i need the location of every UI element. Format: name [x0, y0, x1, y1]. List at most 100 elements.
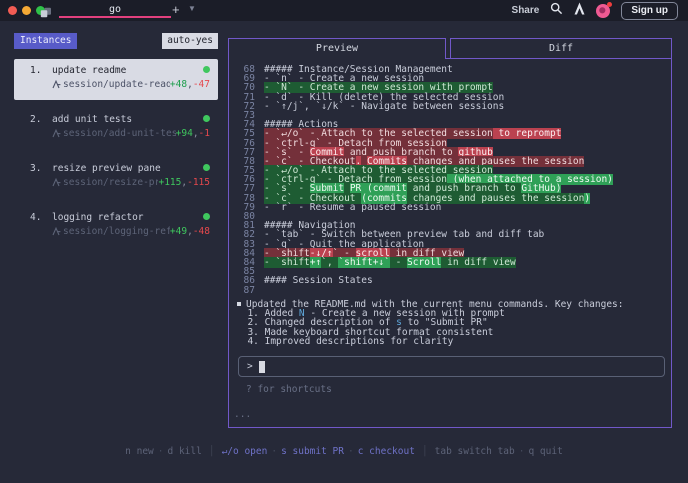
separator: │ — [422, 446, 428, 457]
diff-line: 87 — [238, 286, 669, 295]
avatar[interactable] — [596, 4, 610, 18]
cursor-pointer-icon[interactable] — [574, 2, 585, 20]
instance-item[interactable]: 3. resize preview pane session/resize-pr… — [14, 157, 218, 198]
added-lines: +49 — [170, 226, 187, 237]
instance-branch-row: session/resize-previe... +115,-115 — [30, 177, 210, 188]
minimize-button[interactable] — [22, 6, 31, 15]
instance-number: 1. — [30, 65, 52, 76]
separator: · — [519, 446, 525, 457]
text-segment: to reprompt — [493, 128, 562, 139]
instance-branch-row: session/update-readme +48,-47 — [30, 79, 210, 90]
removed-lines: -48 — [193, 226, 210, 237]
prompt-symbol: > — [247, 361, 253, 372]
instance-item[interactable]: 2. add unit tests session/add-unit-tests… — [14, 108, 218, 149]
notification-dot — [607, 2, 612, 7]
separator: · — [158, 446, 164, 457]
instance-title: update readme — [52, 65, 203, 76]
diff-line: 72- `↑/j`, `↓/k` - Navigate between sess… — [238, 102, 669, 111]
auto-yes-badge: auto-yes — [162, 33, 218, 49]
line-text: #### Session States — [264, 276, 373, 285]
added-lines: +48 — [170, 79, 187, 90]
bullet-icon — [237, 302, 241, 306]
search-icon[interactable] — [550, 2, 563, 20]
diff-stats: +94,-1 — [176, 128, 210, 139]
tab-diff-label: Diff — [549, 43, 573, 54]
text-segment: - `↑/j`, `↓/k` - Navigate between sessio… — [264, 101, 504, 112]
removed-lines: -115 — [187, 177, 210, 188]
removed-lines: -47 — [193, 79, 210, 90]
instance-title: add unit tests — [52, 114, 203, 125]
close-button[interactable] — [8, 6, 17, 15]
new-tab-button[interactable]: + — [172, 1, 180, 19]
text-segment: `shift+↓` — [338, 257, 389, 268]
instance-branch: session/resize-previe... — [63, 177, 158, 188]
added-lines: +94 — [176, 128, 193, 139]
text-segment: +↑ — [310, 257, 321, 268]
assistant-summary: Updated the README.md with the current m… — [236, 300, 668, 346]
text-segment: - — [390, 257, 407, 268]
window-layout-icon[interactable] — [40, 5, 52, 23]
line-number: 87 — [238, 286, 255, 295]
status-bar: n new·d kill│↵/o open·s submit PR·c chec… — [0, 446, 688, 457]
status-dot-icon — [203, 115, 210, 122]
tab-diff[interactable]: Diff — [450, 38, 672, 59]
summary-line: 4. Improved descriptions for clarity — [236, 337, 668, 346]
git-branch-icon — [52, 178, 61, 187]
shortcuts-hint: ? for shortcuts — [246, 384, 332, 395]
instance-title-row: 1. update readme — [30, 65, 210, 76]
separator: · — [348, 446, 354, 457]
instance-branch: session/add-unit-tests — [63, 128, 176, 139]
ellipsis-indicator: ... — [234, 409, 251, 420]
instances-title-badge: Instances — [14, 33, 77, 49]
instance-title-row: 4. logging refactor — [30, 212, 210, 223]
line-text: - `r` - Resume a paused session — [264, 203, 441, 212]
shortcut-hint: q quit — [528, 446, 562, 457]
status-dot-icon — [203, 213, 210, 220]
diff-stats: +48,-47 — [170, 79, 210, 90]
removed-lines: -1 — [199, 128, 210, 139]
instance-title: resize preview pane — [52, 163, 203, 174]
diff-content: 68##### Instance/Session Management69- `… — [238, 65, 669, 295]
signup-button[interactable]: Sign up — [621, 2, 678, 20]
shortcut-hint: c checkout — [358, 446, 415, 457]
shortcut-hint: d kill — [168, 446, 202, 457]
diff-line: 86#### Session States — [238, 276, 669, 285]
separator: · — [271, 446, 277, 457]
shortcut-hint: s submit PR — [281, 446, 344, 457]
separator: │ — [209, 446, 215, 457]
tab-preview-label: Preview — [316, 43, 358, 54]
diff-stats: +115,-115 — [158, 177, 210, 188]
text-segment: #### Session States — [264, 275, 373, 286]
tab-dropdown-chevron-icon[interactable]: ▼ — [188, 4, 196, 13]
instance-title: logging refactor — [52, 212, 203, 223]
text-segment: 4. Improved descriptions for clarity — [236, 336, 453, 347]
instance-branch: session/update-readme — [63, 79, 170, 90]
diff-line: 79- `r` - Resume a paused session — [238, 203, 669, 212]
text-segment: - `shift — [264, 257, 310, 268]
shortcut-hint: n new — [125, 446, 154, 457]
instance-list: 1. update readme session/update-readme +… — [14, 59, 218, 247]
text-segment: ) — [584, 193, 590, 204]
tab-preview[interactable]: Preview — [228, 38, 446, 59]
instance-title-row: 2. add unit tests — [30, 114, 210, 125]
share-button[interactable]: Share — [512, 5, 540, 16]
sidebar: Instances auto-yes 1. update readme sess… — [14, 33, 218, 255]
instance-branch-row: session/logging-refactor +49,-48 — [30, 226, 210, 237]
status-dot-icon — [203, 164, 210, 171]
instance-item[interactable]: 1. update readme session/update-readme +… — [14, 59, 218, 100]
diff-stats: +49,-48 — [170, 226, 210, 237]
git-branch-icon — [52, 80, 61, 89]
instance-number: 2. — [30, 114, 52, 125]
instance-item[interactable]: 4. logging refactor session/logging-refa… — [14, 206, 218, 247]
line-text: - `↑/j`, `↓/k` - Navigate between sessio… — [264, 102, 504, 111]
line-text: - `shift+↑`, `shift+↓` - Scroll in diff … — [264, 258, 516, 267]
shortcut-hint: ↵/o open — [222, 446, 268, 457]
instance-number: 3. — [30, 163, 52, 174]
terminal-tab-label: go — [109, 4, 121, 15]
git-branch-icon — [52, 227, 61, 236]
instance-title-row: 3. resize preview pane — [30, 163, 210, 174]
prompt-input[interactable]: > — [238, 356, 665, 377]
instance-branch-row: session/add-unit-tests +94,-1 — [30, 128, 210, 139]
diff-line: 84- `shift+↑`, `shift+↓` - Scroll in dif… — [238, 258, 669, 267]
text-cursor — [259, 361, 265, 373]
